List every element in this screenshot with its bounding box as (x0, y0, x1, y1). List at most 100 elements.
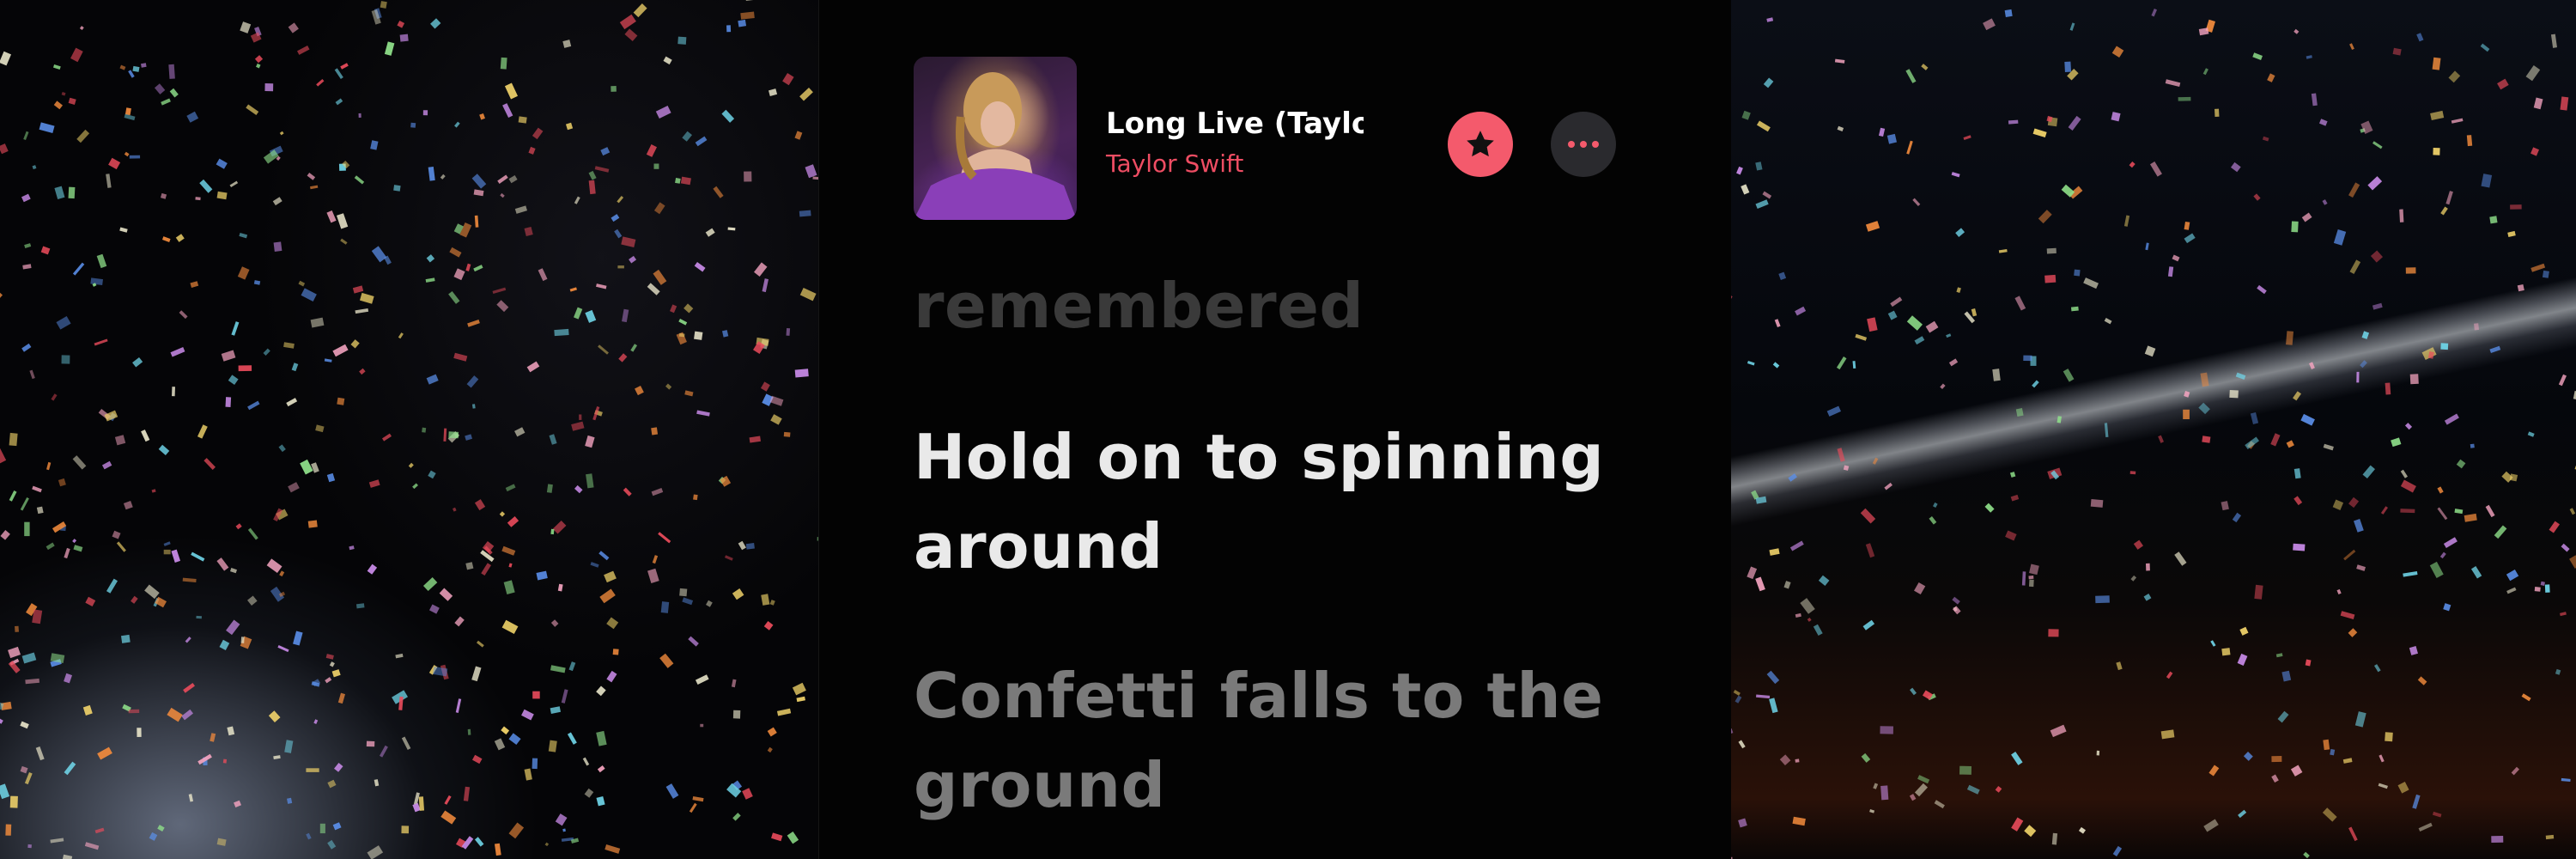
track-artist[interactable]: Taylor Swift (1106, 149, 1243, 178)
confetti-piece (108, 157, 121, 170)
confetti-piece (1731, 728, 1734, 735)
confetti-piece (562, 828, 566, 832)
confetti-piece (1865, 543, 1875, 558)
confetti-piece (253, 280, 261, 285)
confetti-piece (2318, 119, 2328, 126)
confetti-piece (742, 788, 753, 800)
confetti-piece (655, 106, 671, 119)
confetti-piece (2309, 362, 2315, 369)
confetti-piece (2332, 499, 2344, 510)
confetti-piece (1914, 582, 1926, 595)
confetti-piece (794, 369, 809, 378)
confetti-piece (546, 484, 553, 493)
confetti-piece (2360, 360, 2367, 369)
confetti-piece (426, 254, 435, 263)
confetti-piece (2354, 711, 2366, 728)
confetti-piece (1756, 694, 1771, 699)
confetti-piece (36, 506, 44, 515)
confetti-piece (693, 494, 698, 501)
confetti-piece (64, 547, 70, 559)
confetti-piece (688, 636, 699, 647)
confetti-piece (1772, 362, 1780, 369)
confetti-piece (2527, 431, 2535, 437)
confetti-piece (2348, 497, 2360, 509)
confetti-piece (1890, 296, 1903, 308)
confetti-piece (326, 210, 337, 223)
confetti-piece (2409, 374, 2419, 385)
confetti-piece (2391, 437, 2402, 448)
confetti-piece (1906, 140, 1913, 155)
confetti-piece (2340, 611, 2355, 619)
confetti-piece (1914, 336, 1925, 345)
confetti-piece (776, 708, 792, 716)
confetti-piece (2293, 28, 2300, 34)
confetti-piece (52, 64, 61, 70)
confetti-piece (332, 344, 349, 357)
confetti-piece (440, 174, 446, 180)
favorite-button[interactable] (1448, 112, 1513, 177)
confetti-piece (381, 433, 392, 442)
confetti-piece (371, 246, 387, 263)
confetti-piece (2257, 284, 2267, 295)
confetti-piece (149, 832, 158, 841)
confetti-piece (2281, 670, 2292, 682)
star-icon (1467, 131, 1494, 157)
confetti-piece (2348, 826, 2358, 842)
confetti-piece (2166, 671, 2173, 679)
confetti-piece (2064, 61, 2072, 72)
confetti-piece (425, 277, 435, 283)
confetti-piece (1867, 317, 1878, 332)
confetti-piece (455, 698, 462, 713)
confetti-piece (359, 292, 374, 304)
confetti-piece (611, 214, 620, 222)
album-art[interactable] (914, 57, 1077, 220)
confetti-piece (597, 765, 605, 773)
confetti-piece (1769, 698, 1778, 714)
confetti-piece (497, 174, 508, 184)
confetti-piece (2301, 212, 2312, 222)
confetti-piece (2405, 267, 2416, 274)
confetti-piece (554, 328, 569, 337)
confetti-piece (20, 765, 28, 774)
confetti-piece (1925, 320, 1939, 333)
confetti-piece (2367, 176, 2383, 191)
confetti-piece (46, 542, 55, 551)
confetti-piece (606, 670, 617, 683)
confetti-piece (696, 410, 710, 417)
confetti-decoration-left (0, 0, 818, 859)
confetti-piece (229, 180, 239, 188)
confetti-piece (325, 677, 332, 684)
confetti-piece (1855, 333, 1868, 341)
confetti-piece (1788, 473, 1797, 482)
confetti-piece (1755, 161, 1763, 171)
confetti-piece (2561, 777, 2571, 783)
confetti-piece (524, 226, 533, 237)
confetti-piece (2277, 710, 2289, 723)
confetti-piece (2174, 551, 2187, 566)
confetti-piece (1872, 457, 1879, 465)
confetti-piece (2046, 247, 2057, 254)
confetti-piece (2149, 161, 2162, 177)
confetti-piece (237, 266, 250, 280)
more-options-button[interactable] (1551, 112, 1616, 177)
confetti-piece (2069, 22, 2075, 31)
confetti-piece (799, 210, 811, 217)
lyric-line-current[interactable]: Hold on to spinning around (914, 412, 1652, 591)
confetti-piece (278, 444, 286, 453)
confetti-piece (2417, 676, 2427, 685)
lyric-line-previous[interactable]: remembered (914, 268, 1652, 344)
lyric-line-next[interactable]: Confetti falls to the ground (914, 651, 1652, 830)
confetti-piece (2011, 817, 2024, 832)
confetti-piece (428, 167, 435, 181)
confetti-piece (1910, 687, 1917, 696)
confetti-piece (796, 696, 805, 703)
confetti-piece (370, 140, 379, 150)
confetti-piece (1779, 754, 1791, 766)
confetti-piece (2198, 27, 2209, 36)
confetti-piece (536, 570, 548, 581)
confetti-piece (2400, 469, 2408, 478)
confetti-piece (732, 813, 741, 821)
confetti-piece (2144, 345, 2156, 357)
confetti-piece (197, 424, 208, 439)
confetti-piece (160, 192, 167, 199)
